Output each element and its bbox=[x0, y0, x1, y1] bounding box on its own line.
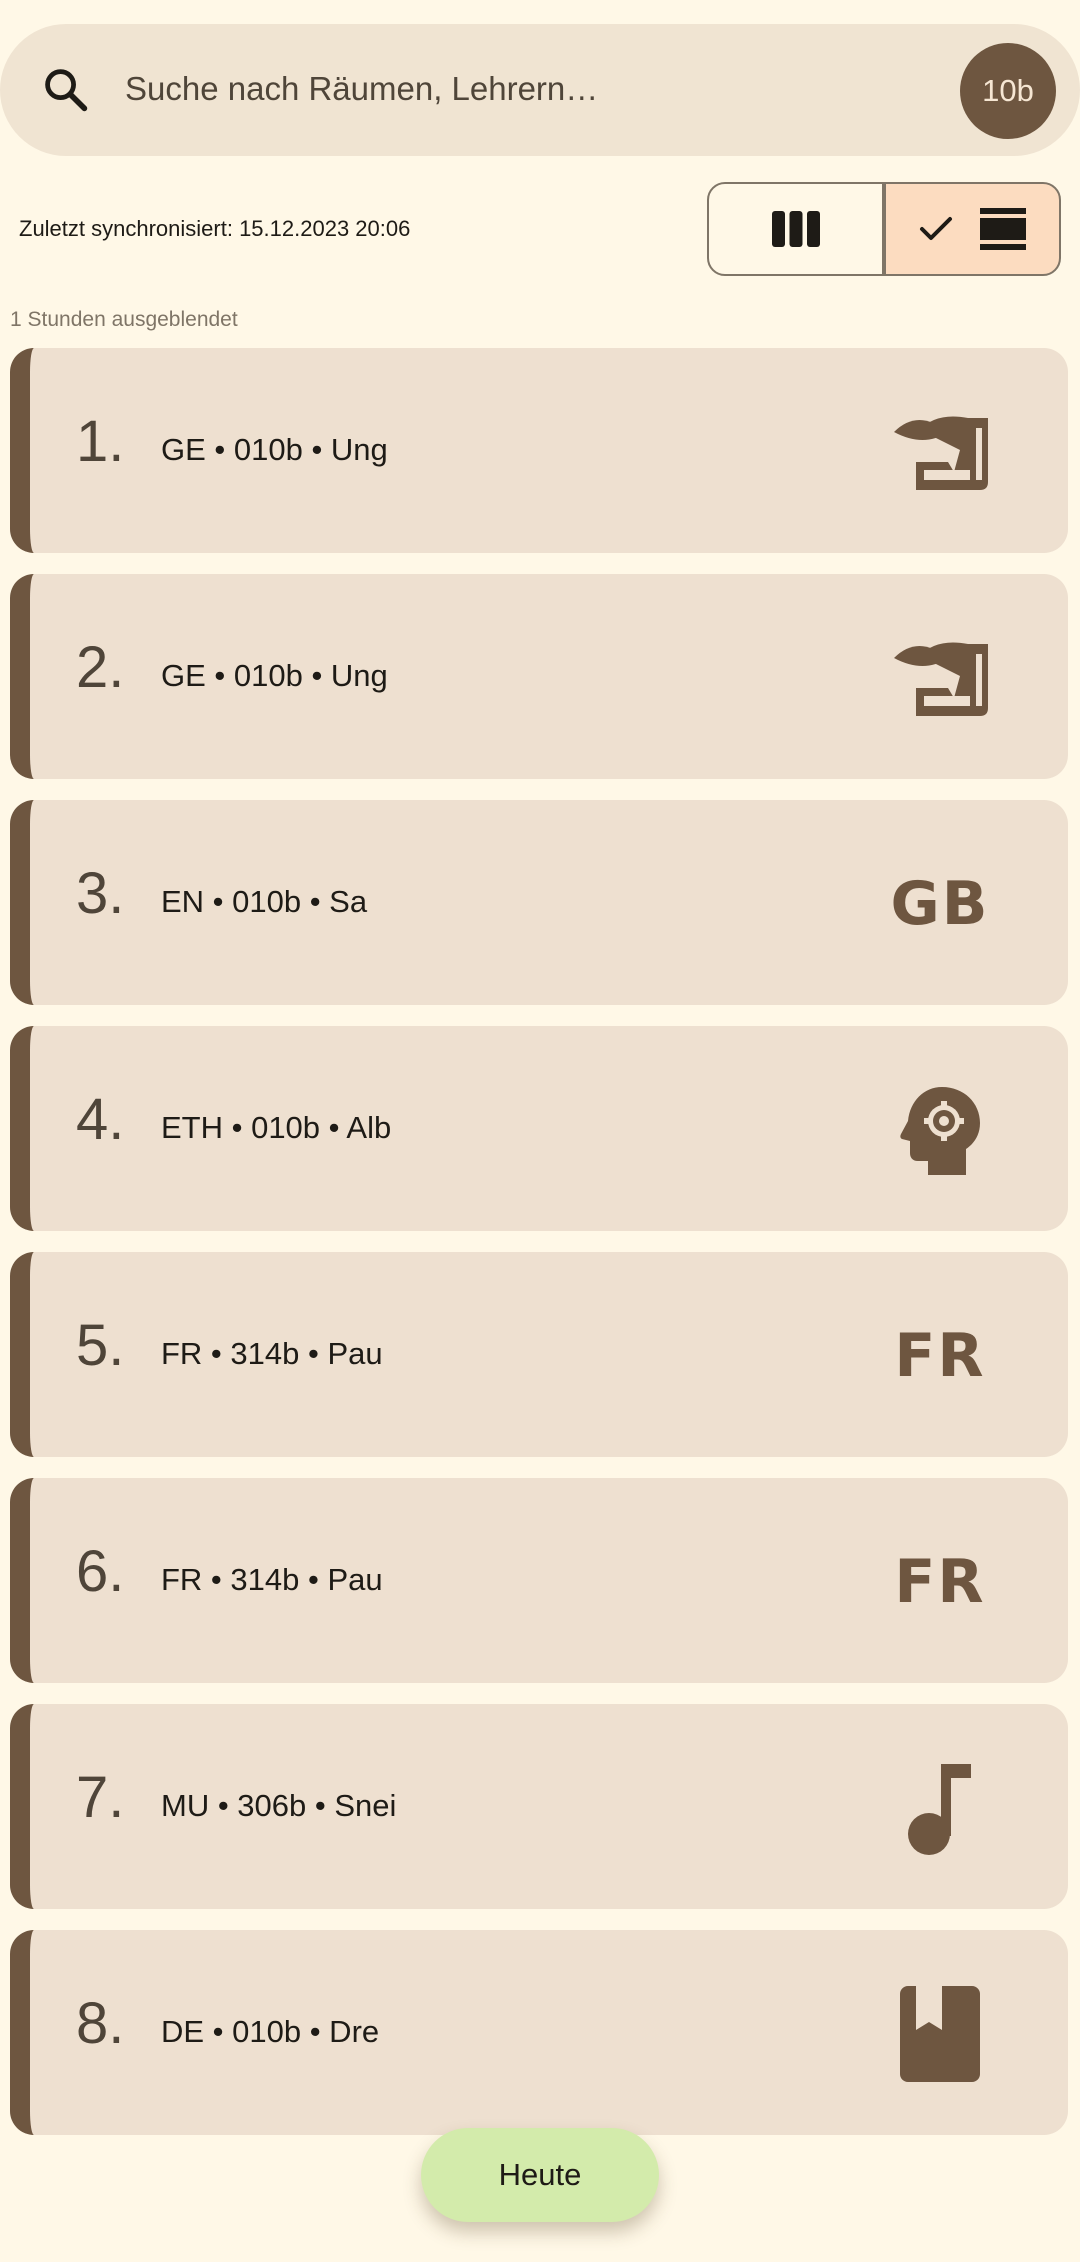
lesson-card[interactable]: 5. FR • 314b • Pau FR bbox=[10, 1252, 1068, 1457]
lesson-info: EN • 010b • Sa bbox=[161, 884, 368, 919]
history-edu-icon bbox=[894, 416, 988, 490]
flag-text-icon: FR bbox=[888, 1314, 992, 1398]
lesson-card[interactable]: 2. GE • 010b • Ung bbox=[10, 574, 1068, 779]
lesson-card[interactable]: 7. MU • 306b • Snei bbox=[10, 1704, 1068, 1909]
flag-text-icon: FR bbox=[888, 1540, 992, 1624]
today-button[interactable]: Heute bbox=[421, 2128, 659, 2222]
lesson-number: 7. bbox=[76, 1765, 125, 1830]
lesson-number: 6. bbox=[76, 1539, 125, 1604]
flag-text-icon: GB bbox=[888, 862, 992, 946]
lesson-card[interactable]: 1. GE • 010b • Ung bbox=[10, 348, 1068, 553]
music-note-icon bbox=[908, 1764, 971, 1855]
view-columns-icon bbox=[771, 211, 820, 247]
lesson-card[interactable]: 8. DE • 010b • Dre bbox=[10, 1930, 1068, 2135]
icon-text: GB bbox=[890, 869, 990, 939]
lesson-card[interactable]: 4. ETH • 010b • Alb bbox=[10, 1026, 1068, 1231]
sync-status: Zuletzt synchronisiert: 15.12.2023 20:06 bbox=[19, 216, 411, 241]
lesson-card[interactable]: 3. EN • 010b • Sa GB bbox=[10, 800, 1068, 1005]
lesson-number: 8. bbox=[76, 1991, 125, 2056]
lesson-info: GE • 010b • Ung bbox=[161, 658, 388, 693]
search-bar[interactable]: Suche nach Räumen, Lehrern… 10b bbox=[0, 24, 1080, 156]
class-avatar-button[interactable]: 10b bbox=[960, 43, 1056, 139]
view-columns-toggle[interactable] bbox=[707, 182, 884, 276]
lesson-info: MU • 306b • Snei bbox=[161, 1788, 397, 1823]
hidden-lessons-info: 1 Stunden ausgeblendet bbox=[10, 308, 238, 331]
book-icon bbox=[900, 1986, 980, 2082]
search-icon bbox=[45, 69, 88, 112]
search-input[interactable]: Suche nach Räumen, Lehrern… bbox=[125, 70, 598, 108]
lesson-card[interactable]: 6. FR • 314b • Pau FR bbox=[10, 1478, 1068, 1683]
lesson-info: FR • 314b • Pau bbox=[161, 1336, 383, 1371]
history-edu-icon bbox=[894, 642, 988, 716]
lesson-number: 1. bbox=[76, 409, 125, 474]
psychology-icon bbox=[900, 1087, 980, 1175]
check-icon bbox=[919, 217, 952, 240]
icon-text: FR bbox=[894, 1547, 986, 1617]
lesson-number: 3. bbox=[76, 861, 125, 926]
lesson-info: DE • 010b • Dre bbox=[161, 2014, 380, 2049]
lesson-info: GE • 010b • Ung bbox=[161, 432, 388, 467]
view-list-toggle[interactable] bbox=[884, 182, 1061, 276]
lesson-number: 4. bbox=[76, 1087, 125, 1152]
view-agenda-icon bbox=[979, 208, 1026, 250]
lesson-info: FR • 314b • Pau bbox=[161, 1562, 383, 1597]
icon-text: FR bbox=[894, 1321, 986, 1391]
lesson-number: 5. bbox=[76, 1313, 125, 1378]
lesson-number: 2. bbox=[76, 635, 125, 700]
lesson-info: ETH • 010b • Alb bbox=[161, 1110, 392, 1145]
